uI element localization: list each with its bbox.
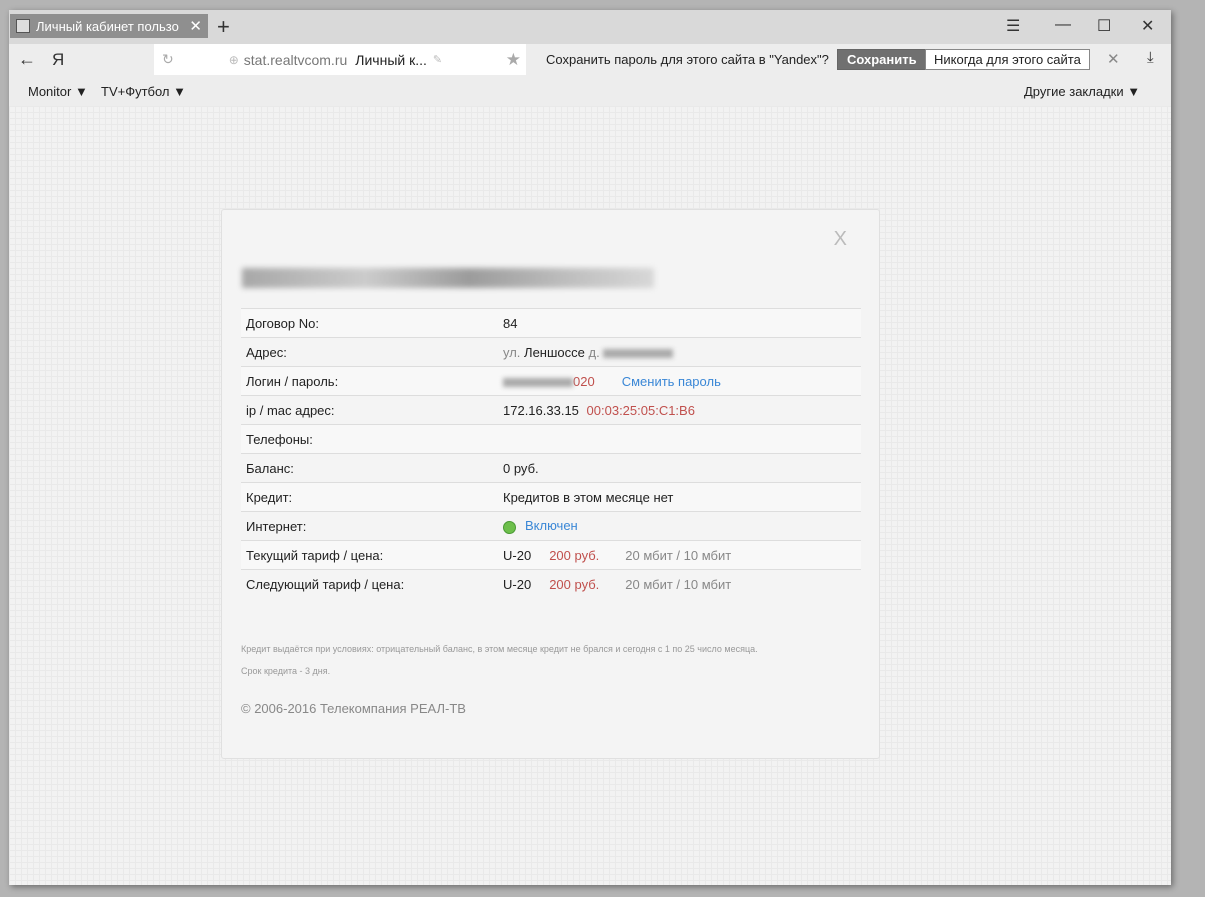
row-label: ip / mac адрес:: [241, 395, 498, 425]
credit-value: Кредитов в этом месяце нет: [498, 482, 861, 512]
address-house-label: д.: [588, 344, 600, 360]
back-arrow-icon[interactable]: ←: [18, 49, 36, 70]
mac-address: 00:03:25:05:C1:B6: [586, 402, 695, 418]
minimize-button[interactable]: —: [1055, 16, 1071, 34]
credit-term-note: Срок кредита - 3 дня.: [241, 666, 331, 676]
tab-title: Личный кабинет пользо: [36, 18, 179, 34]
bookmark-monitor[interactable]: Monitor ▼: [28, 84, 88, 99]
favicon-icon: [16, 19, 30, 33]
maximize-button[interactable]: ☐: [1097, 16, 1111, 36]
internet-status[interactable]: Включен: [525, 518, 578, 533]
url-host: stat.realtvcom.ru: [243, 51, 348, 68]
menu-icon[interactable]: ☰: [1006, 16, 1020, 36]
ip-address: 172.16.33.15: [503, 402, 579, 418]
row-label: Интернет:: [241, 511, 498, 541]
dismiss-prompt-icon[interactable]: ✕: [1107, 50, 1120, 68]
account-info-table: Договор No: 84 Адрес: ул. Леншоссе д. Логи…: [241, 308, 861, 599]
bookmarks-bar: Monitor ▼ TV+Футбол ▼ Другие закладки ▼: [9, 76, 1171, 106]
login-value: 020: [573, 373, 595, 389]
tab-close-icon[interactable]: ✕: [189, 17, 202, 35]
save-password-button[interactable]: Сохранить: [837, 49, 927, 70]
status-on-icon: [503, 520, 516, 534]
tariff-price: 200 руб.: [549, 547, 600, 563]
url-title: Личный к...: [355, 51, 427, 68]
next-tariff-name: U-20: [503, 576, 532, 592]
copyright: © 2006-2016 Телекомпания РЕАЛ-ТВ: [241, 701, 466, 716]
table-row: Следующий тариф / цена: U-20 200 руб. 20 мб…: [241, 569, 861, 599]
address-street: Леншоссе: [524, 344, 585, 360]
globe-icon: ⊕: [228, 52, 239, 67]
row-label: Телефоны:: [241, 424, 498, 454]
tariff-name: U-20: [503, 547, 532, 563]
balance-value: 0 руб.: [498, 453, 861, 483]
table-row: Телефоны:: [241, 424, 861, 454]
credit-conditions-note: Кредит выдаётся при условиях: отрицатель…: [241, 644, 758, 654]
row-label: Следующий тариф / цена:: [241, 569, 498, 599]
never-save-button[interactable]: Никогда для этого сайта: [925, 49, 1090, 70]
table-row: Договор No: 84: [241, 308, 861, 338]
row-label: Текущий тариф / цена:: [241, 540, 498, 570]
new-tab-button[interactable]: +: [217, 14, 230, 40]
phones-value: [498, 424, 861, 454]
row-label: Договор No:: [241, 308, 498, 338]
reload-icon[interactable]: ↻: [162, 51, 174, 68]
edit-icon[interactable]: ✎: [433, 53, 442, 66]
table-row: Баланс: 0 руб.: [241, 453, 861, 483]
bookmark-star-icon[interactable]: ★: [506, 50, 521, 70]
row-label: Адрес:: [241, 337, 498, 367]
redacted-login: [503, 377, 573, 387]
row-label: Баланс:: [241, 453, 498, 483]
table-row: Логин / пароль: 020 Сменить пароль: [241, 366, 861, 396]
address-bar[interactable]: ↻ ⊕ stat.realtvcom.ru Личный к... ✎ ★: [154, 44, 526, 75]
tab-bar: Личный кабинет пользо ✕ + ☰ — ☐ ✕: [9, 10, 1171, 44]
bookmark-tv-football[interactable]: TV+Футбол ▼: [101, 84, 186, 99]
browser-window: Личный кабинет пользо ✕ + ☰ — ☐ ✕ ← Я ↻ ⊕…: [9, 10, 1171, 885]
close-window-button[interactable]: ✕: [1141, 16, 1154, 36]
next-tariff-price: 200 руб.: [549, 576, 600, 592]
table-row: Интернет: Включен: [241, 511, 861, 541]
toolbar: ← Я ↻ ⊕ stat.realtvcom.ru Личный к... ✎ …: [9, 44, 1171, 76]
save-password-prompt: Сохранить пароль для этого сайта в "Yand…: [546, 52, 829, 67]
page-content: X Договор No: 84 Адрес: ул. Леншоссе д. Ло…: [9, 106, 1171, 885]
redacted-house: [603, 348, 674, 358]
row-label: Логин / пароль:: [241, 366, 498, 396]
next-tariff-speed: 20 мбит / 10 мбит: [625, 576, 732, 592]
row-label: Кредит:: [241, 482, 498, 512]
close-card-button[interactable]: X: [834, 228, 847, 251]
redacted-user-name: [242, 268, 654, 288]
address-prefix: ул.: [503, 344, 521, 360]
table-row: ip / mac адрес: 172.16.33.15 00:03:25:05:…: [241, 395, 861, 425]
tab-active[interactable]: Личный кабинет пользо ✕: [10, 14, 208, 38]
download-icon[interactable]: ⤓: [1147, 49, 1154, 66]
other-bookmarks[interactable]: Другие закладки ▼: [1024, 84, 1140, 99]
account-card: X Договор No: 84 Адрес: ул. Леншоссе д. Ло…: [221, 209, 880, 759]
table-row: Текущий тариф / цена: U-20 200 руб. 20 мбит…: [241, 540, 861, 570]
contract-number: 84: [498, 308, 861, 338]
table-row: Кредит: Кредитов в этом месяце нет: [241, 482, 861, 512]
yandex-logo[interactable]: Я: [52, 50, 64, 70]
tariff-speed: 20 мбит / 10 мбит: [625, 547, 732, 563]
table-row: Адрес: ул. Леншоссе д.: [241, 337, 861, 367]
change-password-link[interactable]: Сменить пароль: [622, 374, 721, 389]
